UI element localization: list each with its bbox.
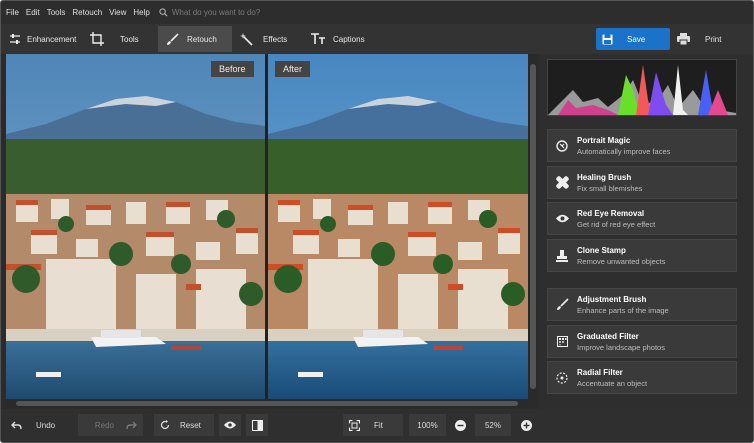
text-icon — [311, 33, 325, 44]
sliders-icon — [10, 34, 20, 44]
tab-retouch-label: Retouch — [187, 34, 217, 44]
bandage-icon — [555, 176, 569, 189]
redo-button[interactable]: Redo — [78, 414, 143, 436]
before-image — [6, 54, 265, 399]
plus-circle-icon — [520, 419, 532, 431]
fit-screen-icon — [349, 419, 360, 431]
eye-icon — [555, 214, 569, 223]
tool-red-eye-removal[interactable]: Red Eye Removal Get rid of red eye effect — [547, 202, 737, 235]
bottom-bar: Undo Redo Reset Fit 100% 52% — [1, 409, 753, 442]
histogram — [547, 59, 737, 116]
zoom-level-value: 52% — [484, 420, 501, 430]
save-button[interactable]: Save — [596, 28, 670, 50]
radial-filter-icon — [556, 371, 568, 384]
menu-edit[interactable]: Edit — [26, 8, 40, 17]
zoom-100-label: 100% — [417, 420, 438, 430]
tab-captions[interactable]: Captions — [307, 26, 377, 52]
floppy-disk-icon — [602, 34, 613, 44]
search-box[interactable] — [159, 8, 372, 17]
horizontal-scrollbar[interactable] — [6, 399, 528, 408]
tool-graduated-filter[interactable]: Graduated Filter Improve landscape photos — [547, 325, 737, 358]
zoom-out-button[interactable] — [451, 414, 469, 436]
after-image — [268, 54, 528, 399]
tab-enhancement-label: Enhancement — [27, 34, 77, 44]
graduated-filter-icon — [556, 336, 568, 347]
magic-wand-icon — [240, 32, 253, 46]
preview-toggle-button[interactable] — [219, 414, 241, 436]
vertical-scroll-thumb[interactable] — [530, 64, 536, 389]
reset-icon — [160, 420, 170, 430]
tool-red-eye-removal-title: Red Eye Removal — [577, 208, 645, 218]
fit-button[interactable]: Fit — [343, 414, 403, 436]
tool-adjustment-brush-title: Adjustment Brush — [577, 294, 647, 304]
tab-captions-label: Captions — [333, 34, 365, 44]
tab-tools[interactable]: Tools — [85, 26, 155, 52]
tool-healing-brush-title: Healing Brush — [577, 172, 632, 182]
search-icon — [159, 8, 168, 17]
undo-icon — [11, 421, 22, 429]
menu-retouch[interactable]: Retouch — [72, 8, 102, 17]
compare-divider[interactable] — [265, 54, 268, 399]
horizontal-scroll-thumb[interactable] — [16, 401, 518, 406]
redo-icon — [126, 421, 137, 429]
save-button-label: Save — [627, 34, 646, 44]
tool-radial-filter[interactable]: Radial Filter Accentuate an object — [547, 361, 737, 394]
tool-radial-filter-title: Radial Filter — [577, 367, 623, 377]
tool-adjustment-brush-desc: Enhance parts of the image — [577, 305, 669, 315]
tab-effects-label: Effects — [263, 34, 288, 44]
portrait-magic-icon — [556, 139, 568, 152]
fit-label: Fit — [374, 420, 383, 430]
print-button-label: Print — [705, 34, 722, 44]
search-input[interactable] — [171, 8, 372, 17]
zoom-in-button[interactable] — [517, 414, 535, 436]
tool-graduated-filter-title: Graduated Filter — [577, 331, 639, 341]
tab-retouch[interactable]: Retouch — [158, 26, 232, 52]
reset-label: Reset — [180, 420, 201, 430]
tool-healing-brush[interactable]: Healing Brush Fix small blemishes — [547, 166, 737, 199]
before-label: Before — [211, 61, 254, 77]
menu-bar: File Edit Tools Retouch View Help — [1, 1, 753, 24]
stamp-icon — [556, 249, 568, 262]
right-panel: Portrait Magic Automatically improve face… — [539, 54, 753, 414]
zoom-level-field[interactable]: 52% — [475, 414, 511, 436]
tool-red-eye-removal-desc: Get rid of red eye effect — [577, 219, 656, 229]
redo-label: Redo — [94, 420, 114, 430]
tool-portrait-magic-title: Portrait Magic — [577, 135, 631, 145]
after-label: After — [275, 61, 311, 77]
tool-clone-stamp-desc: Remove unwanted objects — [577, 256, 666, 266]
tool-clone-stamp-title: Clone Stamp — [577, 245, 626, 255]
undo-label: Undo — [36, 420, 56, 430]
compare-view-button[interactable] — [246, 414, 268, 436]
split-view-icon — [251, 419, 263, 431]
tool-portrait-magic-desc: Automatically improve faces — [577, 146, 671, 156]
tool-portrait-magic[interactable]: Portrait Magic Automatically improve face… — [547, 129, 737, 162]
tab-enhancement[interactable]: Enhancement — [9, 26, 79, 52]
minus-circle-icon — [454, 419, 466, 431]
tool-clone-stamp[interactable]: Clone Stamp Remove unwanted objects — [547, 239, 737, 272]
tool-adjustment-brush[interactable]: Adjustment Brush Enhance parts of the ima… — [547, 288, 737, 321]
tab-effects[interactable]: Effects — [237, 26, 301, 52]
tool-healing-brush-desc: Fix small blemishes — [577, 183, 643, 193]
print-button[interactable]: Print — [675, 28, 743, 50]
tool-graduated-filter-desc: Improve landscape photos — [577, 342, 665, 352]
reset-button[interactable]: Reset — [154, 414, 214, 436]
printer-icon — [677, 33, 690, 45]
zoom-100-button[interactable]: 100% — [409, 414, 446, 436]
menu-help[interactable]: Help — [133, 8, 149, 17]
vertical-scrollbar[interactable] — [528, 54, 538, 399]
eye-icon — [224, 421, 236, 429]
tab-tools-label: Tools — [120, 34, 139, 44]
image-canvas[interactable]: Before After — [6, 54, 528, 399]
crop-icon — [90, 32, 104, 46]
undo-button[interactable]: Undo — [11, 414, 73, 436]
adjustment-brush-icon — [556, 298, 569, 310]
menu-file[interactable]: File — [6, 8, 19, 17]
tool-radial-filter-desc: Accentuate an object — [577, 378, 648, 388]
brush-icon — [167, 32, 179, 45]
app-window: File Edit Tools Retouch View Help Enhanc… — [0, 0, 754, 443]
menu-tools[interactable]: Tools — [47, 8, 66, 17]
menu-view[interactable]: View — [109, 8, 126, 17]
